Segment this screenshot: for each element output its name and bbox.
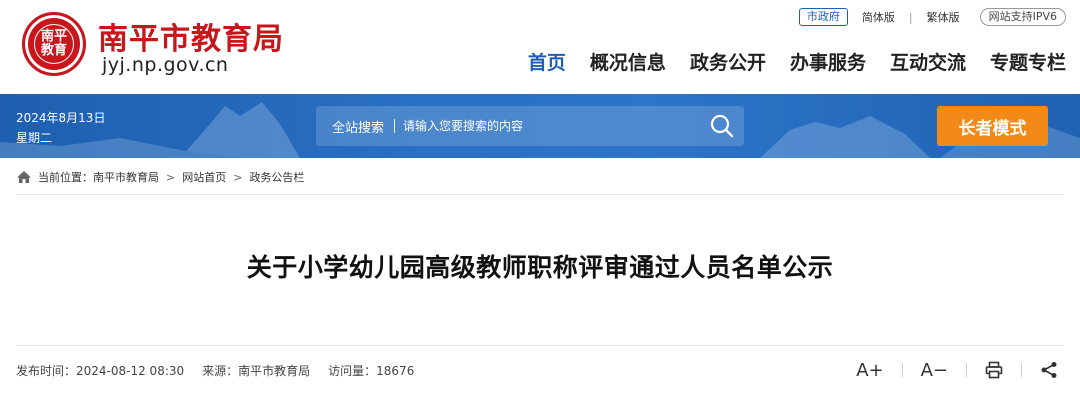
elder-mode-button[interactable]: 长者模式 bbox=[937, 106, 1048, 146]
breadcrumb: 当前位置： 南平市教育局 > 网站首页 > 政务公告栏 bbox=[16, 167, 304, 187]
traditional-link[interactable]: 繁体版 bbox=[913, 9, 974, 25]
search-input[interactable] bbox=[403, 119, 700, 133]
breadcrumb-separator: > bbox=[166, 170, 176, 184]
date-display: 2024年8月13日 星期二 bbox=[16, 108, 105, 148]
publish-time: 发布时间：2024-08-12 08:30 bbox=[16, 364, 185, 378]
emblem-line-2: 教育 bbox=[40, 43, 67, 58]
home-icon bbox=[17, 171, 31, 183]
tool-divider bbox=[966, 363, 967, 377]
breadcrumb-item-bulletin[interactable]: 政务公告栏 bbox=[249, 169, 304, 185]
nav-item-home[interactable]: 首页 bbox=[528, 48, 566, 75]
main-nav: 首页 概况信息 政务公开 办事服务 互动交流 专题专栏 bbox=[504, 48, 1066, 75]
ipv6-badge: 网站支持IPV6 bbox=[979, 8, 1066, 26]
article-tools: A+ A− bbox=[856, 358, 1058, 382]
site-name[interactable]: 南平市教育局 bbox=[98, 14, 284, 58]
search-divider bbox=[394, 119, 396, 133]
nav-item-services[interactable]: 办事服务 bbox=[790, 48, 866, 75]
share-icon bbox=[1041, 362, 1057, 378]
breadcrumb-prefix: 当前位置： bbox=[38, 171, 93, 184]
tool-divider bbox=[901, 363, 903, 377]
logo-emblem-inner: 南平 教育 bbox=[34, 24, 74, 64]
nav-item-interaction[interactable]: 互动交流 bbox=[890, 48, 966, 75]
breadcrumb-separator: > bbox=[233, 170, 243, 184]
nav-item-topics[interactable]: 专题专栏 bbox=[990, 48, 1066, 75]
article-meta: 发布时间：2024-08-12 08:30 来源：南平市教育局 访问量：1867… bbox=[16, 362, 432, 379]
top-links: 市政府 简体版 | 繁体版 网站支持IPV6 bbox=[798, 8, 1066, 26]
site-header: 南平 教育 南平市教育局 jyj.np.gov.cn 市政府 简体版 | 繁体版… bbox=[0, 0, 1080, 94]
search-button[interactable] bbox=[700, 106, 744, 146]
site-search: 全站搜索 bbox=[316, 106, 744, 146]
breadcrumb-item-bureau[interactable]: 南平市教育局 bbox=[93, 169, 159, 185]
search-icon bbox=[710, 114, 734, 138]
divider bbox=[16, 194, 1064, 195]
breadcrumb-item-home[interactable]: 网站首页 bbox=[182, 169, 226, 185]
search-label: 全站搜索 bbox=[332, 120, 385, 136]
nav-item-gov-affairs[interactable]: 政务公开 bbox=[690, 48, 766, 75]
article-title: 关于小学幼儿园高级教师职称评审通过人员名单公示 bbox=[246, 253, 834, 282]
font-increase-button[interactable]: A+ bbox=[856, 358, 883, 382]
weekday-text: 星期二 bbox=[16, 131, 53, 145]
city-gov-link[interactable]: 市政府 bbox=[798, 8, 848, 26]
font-decrease-button[interactable]: A− bbox=[921, 358, 948, 382]
share-button[interactable] bbox=[1040, 358, 1058, 382]
simplified-link[interactable]: 简体版 bbox=[848, 9, 909, 25]
site-domain: jyj.np.gov.cn bbox=[102, 54, 229, 76]
print-button[interactable] bbox=[985, 358, 1003, 382]
banner: 2024年8月13日 星期二 全站搜索 长者模式 bbox=[0, 94, 1080, 158]
nav-item-overview[interactable]: 概况信息 bbox=[590, 48, 666, 75]
date-text: 2024年8月13日 bbox=[16, 111, 106, 125]
tool-divider bbox=[1021, 363, 1022, 377]
emblem-line-1: 南平 bbox=[40, 29, 67, 44]
view-count: 访问量：18676 bbox=[328, 364, 415, 378]
article-source: 来源：南平市教育局 bbox=[202, 364, 311, 378]
print-icon bbox=[985, 361, 1003, 379]
divider bbox=[16, 345, 1064, 346]
logo-emblem[interactable]: 南平 教育 bbox=[22, 12, 86, 76]
